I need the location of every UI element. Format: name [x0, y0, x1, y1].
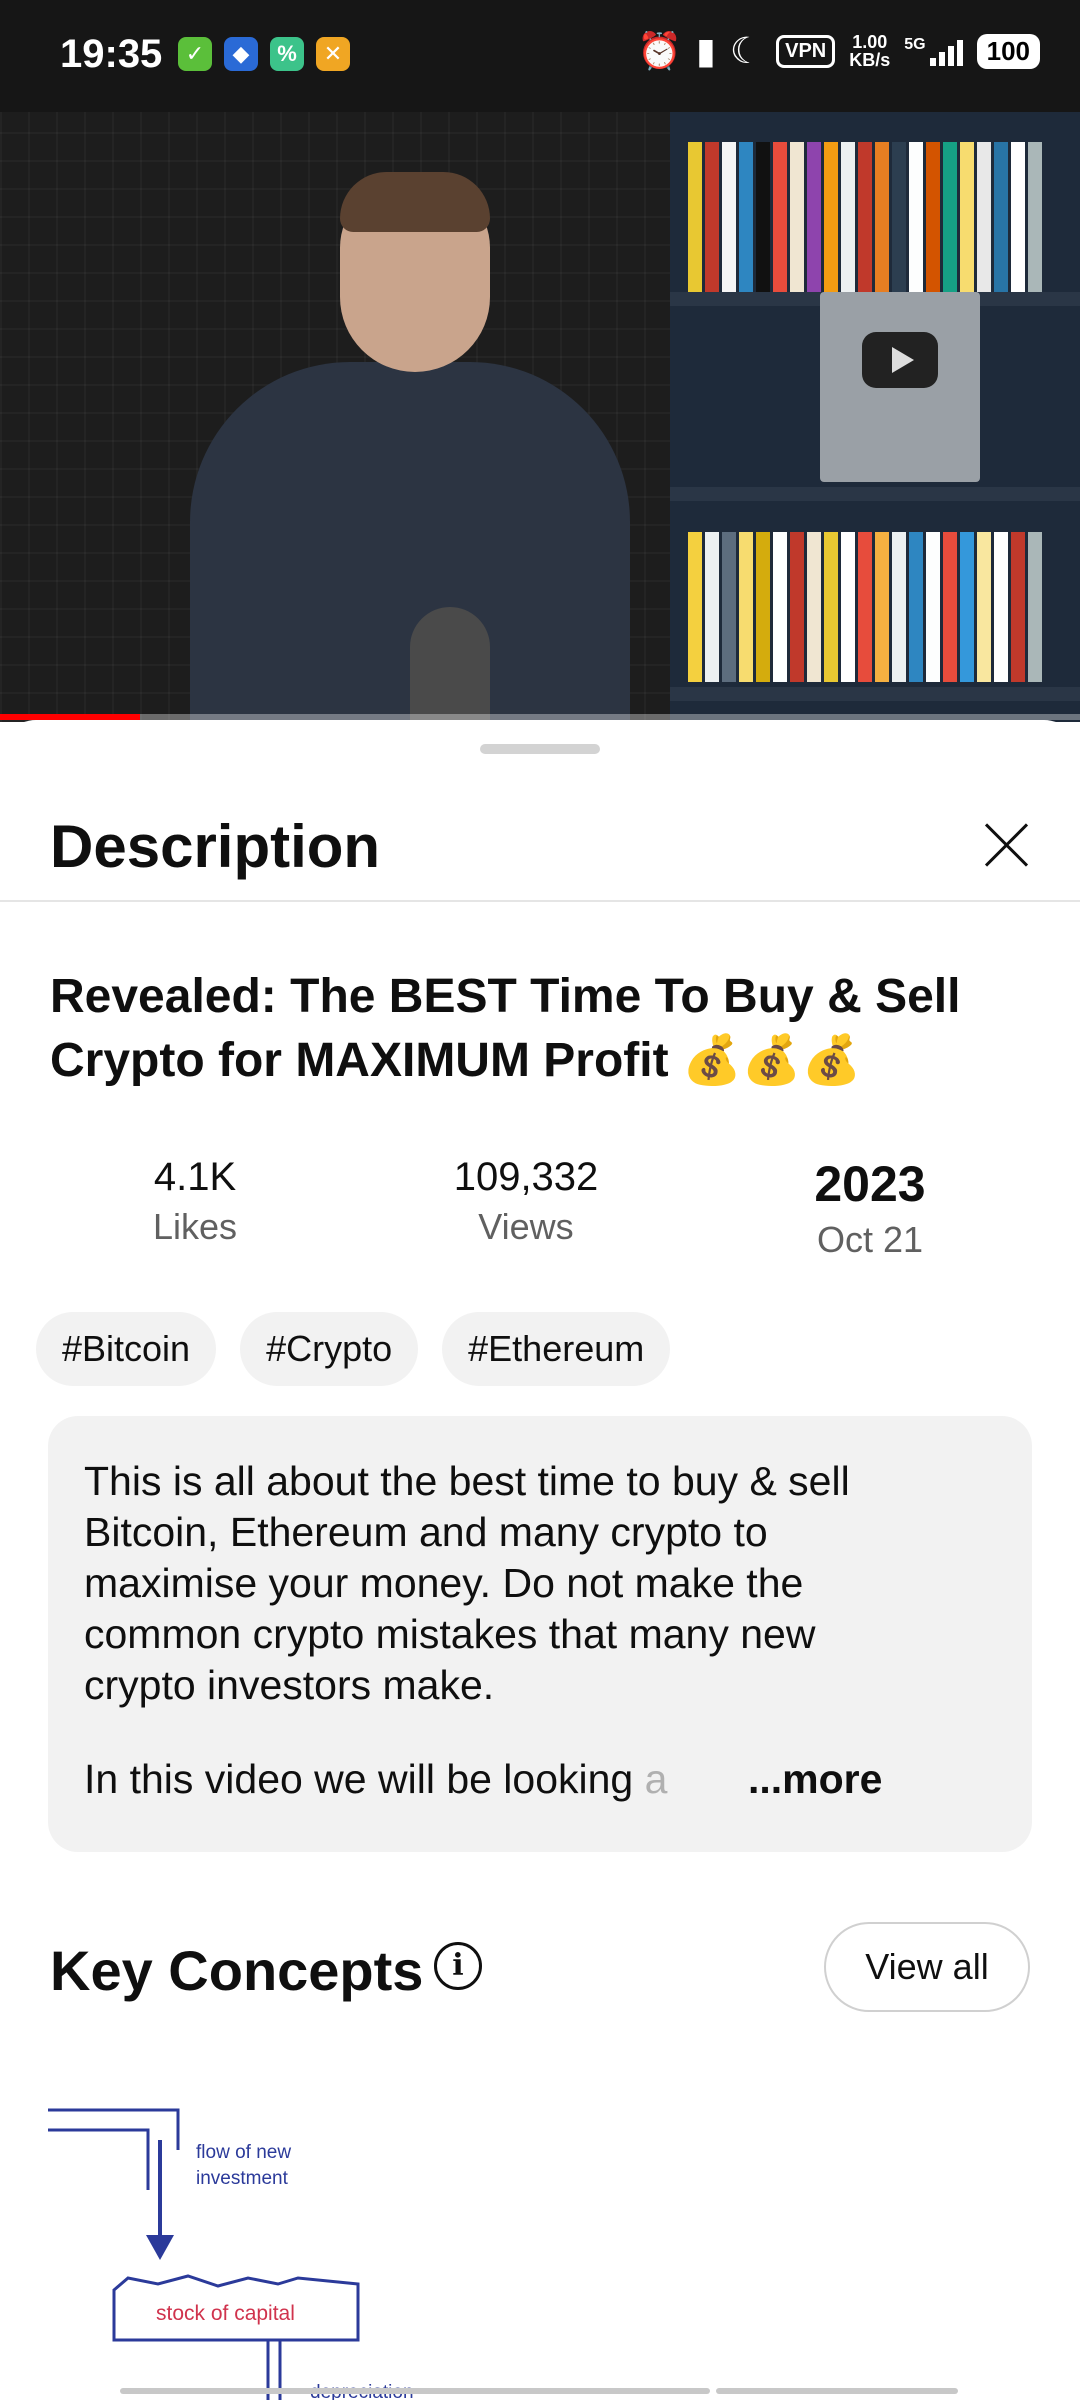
- views-count: 109,332: [453, 1155, 599, 1199]
- status-bar: 19:35 ✓ ◆ % ✕ ⏰ ▮ ☾ VPN 1.00 KB/s 5G 100: [0, 0, 1080, 112]
- diagram-pipe-line: [48, 2128, 150, 2190]
- hashtag-chip[interactable]: #Ethereum: [442, 1312, 671, 1386]
- view-all-button[interactable]: View all: [824, 1922, 1030, 2012]
- status-time: 19:35: [60, 32, 163, 76]
- hashtag-chip[interactable]: #Bitcoin: [36, 1312, 217, 1386]
- video-title: Revealed: The BEST Time To Buy & Sell Cr…: [50, 970, 961, 1087]
- publish-date: Oct 21: [816, 1219, 924, 1260]
- hashtag-list: #Bitcoin #Crypto #Ethereum: [36, 1312, 671, 1386]
- drag-handle[interactable]: [480, 744, 600, 754]
- key-concept-diagram[interactable]: flow of new investment stock of capital …: [48, 2070, 448, 2400]
- description-next-line: In this video we will be looking a: [84, 1756, 668, 1802]
- date-stat: 2023 Oct 21: [720, 1155, 1020, 1261]
- description-sheet: Description Revealed: The BEST Time To B…: [0, 720, 1080, 2400]
- video-stats: 4.1K Likes 109,332 Views 2023 Oct 21: [0, 1155, 1080, 1275]
- key-concepts-title: Key Concepts: [50, 1939, 424, 2002]
- diagram-label-flow: flow of new investment: [196, 2142, 296, 2189]
- play-button-award: [820, 292, 980, 482]
- views-stat: 109,332 Views: [376, 1155, 676, 1248]
- info-icon[interactable]: i: [434, 1942, 482, 1990]
- more-link[interactable]: ...more: [738, 1756, 883, 1803]
- alarm-icon: ⏰: [637, 30, 683, 71]
- vpn-badge: VPN: [776, 34, 836, 68]
- cat-app-icon: ◆: [224, 37, 258, 71]
- microphone: [410, 607, 490, 722]
- diagram-arrow-head: [146, 2235, 174, 2260]
- signal-group: 5G: [904, 36, 963, 66]
- publish-year: 2023: [814, 1156, 926, 1212]
- close-icon[interactable]: [972, 810, 1040, 878]
- video-player[interactable]: [0, 112, 1080, 722]
- sheet-title: Description: [50, 813, 381, 880]
- signal-icon: [929, 36, 963, 66]
- notification-icons: ✓ ◆ % ✕: [178, 37, 350, 71]
- description-text: This is all about the best time to buy &…: [84, 1458, 850, 1708]
- bookshelf: [670, 112, 1080, 722]
- network-speed: 1.00 KB/s: [849, 32, 891, 70]
- battery-indicator: 100: [976, 33, 1040, 69]
- diagram-label-stock: stock of capital: [156, 2302, 295, 2325]
- carousel-indicator: [120, 2388, 710, 2394]
- network-type: 5G: [904, 36, 926, 53]
- sheet-header: Description: [0, 780, 1080, 902]
- moon-icon: ☾: [729, 30, 763, 71]
- likes-count: 4.1K: [153, 1155, 237, 1199]
- carousel-indicator: [716, 2388, 958, 2394]
- tools-app-icon: ✕: [316, 37, 350, 71]
- views-label: Views: [478, 1206, 574, 1247]
- status-icons: ⏰ ▮ ☾ VPN 1.00 KB/s 5G 100: [637, 30, 1040, 72]
- vibrate-icon: ▮: [696, 30, 716, 71]
- hashtag-chip[interactable]: #Crypto: [240, 1312, 419, 1386]
- description-box[interactable]: This is all about the best time to buy &…: [48, 1416, 1032, 1852]
- task-app-icon: ✓: [178, 37, 212, 71]
- likes-label: Likes: [152, 1206, 238, 1247]
- wallet-app-icon: %: [270, 37, 304, 71]
- likes-stat: 4.1K Likes: [45, 1155, 345, 1248]
